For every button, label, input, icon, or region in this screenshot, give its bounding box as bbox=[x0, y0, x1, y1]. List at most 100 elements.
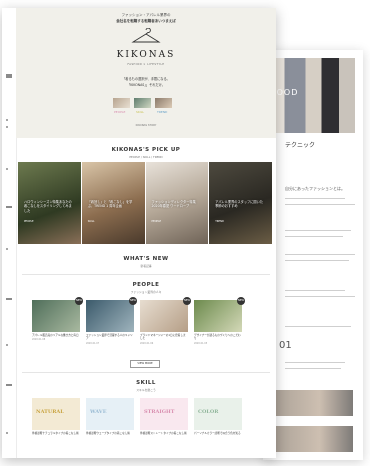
text-line bbox=[285, 326, 351, 327]
skill-caption: パーソナルカラー診断で似合う色を知る bbox=[194, 432, 241, 435]
text-line bbox=[285, 296, 355, 297]
article-caption: デザイナーが語るものづくりへのこだわり bbox=[194, 334, 241, 341]
text-line bbox=[285, 362, 345, 363]
article-card[interactable]: NEW ブランドマネージャーの1日に密着しました 2020.01.06 bbox=[140, 297, 191, 345]
back-page-thumbnail bbox=[269, 390, 353, 416]
hero-tagline: ファッション・アパレル業界の bbox=[121, 13, 171, 17]
text-line bbox=[285, 230, 351, 231]
article-date: 2020.01.07 bbox=[86, 341, 100, 345]
skill-thumbnail: WAVE bbox=[86, 398, 134, 430]
skill-thumbnail: COLOR bbox=[194, 398, 242, 430]
skill-card[interactable]: STRAIGHT 骨格診断ストレートタイプの着こなし術 bbox=[140, 398, 188, 435]
menu-icon[interactable] bbox=[6, 384, 12, 386]
hero-more-link[interactable]: KIKONAS STORY bbox=[16, 124, 276, 127]
main-page: ファッション・アパレル業界の 会社名を転職する転職者あいつまえば KIKONAS… bbox=[2, 8, 276, 458]
text-line bbox=[285, 204, 355, 205]
new-badge: NEW bbox=[183, 297, 191, 305]
whatsnew-subtitle: 新着記事 bbox=[140, 264, 152, 268]
pickup-tag: TREND bbox=[215, 220, 224, 223]
hero-copy-line: 「KIKONAS」」それだけ。 bbox=[127, 83, 165, 87]
social-icon[interactable] bbox=[6, 119, 8, 121]
skill-card[interactable]: NATURAL 骨格診断ナチュラルタイプの着こなし術 bbox=[32, 398, 80, 435]
menu-icon[interactable] bbox=[6, 206, 12, 208]
pickup-title: KIKONAS'S PICK UP bbox=[111, 147, 181, 153]
social-icon[interactable] bbox=[6, 432, 8, 434]
article-thumbnail: NEW bbox=[32, 297, 83, 332]
pickup-subtitle: PEOPLE / SKILL / TREND bbox=[129, 155, 163, 159]
pickup-tag: SKILL bbox=[87, 220, 95, 223]
pickup-caption: アパレル業界のスタッフに聞いた季節のおすすめ bbox=[215, 200, 263, 209]
whatsnew-title: WHAT'S NEW bbox=[123, 256, 169, 262]
pickup-item[interactable]: ファッションディレクター特集 2020年春夏 ワードローブ PEOPLE bbox=[145, 162, 209, 244]
article-card[interactable]: NEW ファッション業界で活躍する人のキャリア 2020.01.07 bbox=[86, 297, 137, 345]
text-line bbox=[285, 236, 343, 237]
category-thumb-trend[interactable] bbox=[155, 98, 172, 108]
menu-icon[interactable] bbox=[6, 298, 12, 300]
skill-thumbnail: STRAIGHT bbox=[140, 398, 188, 430]
article-date: 2020.01.05 bbox=[194, 341, 208, 345]
category-label-people[interactable]: PEOPLE bbox=[114, 110, 125, 114]
hero-section: ファッション・アパレル業界の 会社名を転職する転職者あいつまえば KIKONAS… bbox=[16, 8, 276, 138]
section-divider bbox=[22, 274, 270, 275]
pickup-caption: ファッションディレクター特集 2020年春夏 ワードローブ bbox=[151, 200, 196, 209]
back-page-number: 01 bbox=[279, 340, 292, 351]
skill-subtitle: スキルを磨こう bbox=[136, 388, 156, 392]
back-page-heading: テクニック bbox=[285, 142, 316, 149]
back-page-body: 自分にあったファッションとは。 bbox=[285, 186, 345, 191]
social-icon[interactable] bbox=[6, 344, 8, 346]
article-caption: ブランドマネージャーの1日に密着しました bbox=[140, 334, 186, 341]
category-thumb-skill[interactable] bbox=[134, 98, 151, 108]
skill-card-row: NATURAL 骨格診断ナチュラルタイプの着こなし術 WAVE 骨格診断ウェーブ… bbox=[32, 398, 242, 435]
social-icon[interactable] bbox=[6, 168, 8, 170]
back-page-preview: FOOD テクニック 自分にあったファッションとは。 01 bbox=[263, 50, 363, 460]
hanger-icon bbox=[131, 28, 161, 43]
category-label-trend[interactable]: TREND bbox=[157, 110, 167, 114]
text-line bbox=[285, 260, 349, 261]
skill-label: COLOR bbox=[198, 409, 219, 415]
back-page-thumbnail bbox=[269, 426, 353, 452]
social-icon[interactable] bbox=[6, 126, 8, 128]
people-title: PEOPLE bbox=[132, 282, 160, 288]
skill-thumbnail: NATURAL bbox=[32, 398, 80, 430]
article-card[interactable]: NEW デザイナーが語るものづくりへのこだわり 2020.01.05 bbox=[194, 297, 245, 345]
menu-icon-line bbox=[6, 76, 12, 78]
hero-headline: 会社名を転職する転職者あいつまえば bbox=[116, 19, 176, 23]
skill-title: SKILL bbox=[136, 380, 156, 386]
new-badge: NEW bbox=[129, 297, 137, 305]
people-subtitle: ファッション業界の人々 bbox=[130, 290, 162, 294]
new-badge: NEW bbox=[75, 297, 83, 305]
skill-card[interactable]: WAVE 骨格診断ウェーブタイプの着こなし術 bbox=[86, 398, 134, 435]
pickup-carousel: ハロウィンシーズン特集あなたの着こなしをスタイリングしてみました PEOPLE … bbox=[18, 162, 272, 244]
hero-copy-line: 「着るもの選択が、手間になる。 bbox=[122, 77, 170, 81]
text-line bbox=[285, 198, 345, 199]
skill-caption: 骨格診断ストレートタイプの着こなし術 bbox=[140, 432, 187, 435]
article-caption: ファッション業界で活躍する人のキャリア bbox=[86, 334, 133, 341]
pickup-item[interactable]: アパレル業界のスタッフに聞いた季節のおすすめ TREND bbox=[209, 162, 272, 244]
side-rail bbox=[2, 8, 17, 458]
article-card[interactable]: NEW アパレル販売員のリアルな働き方と毎日 2020.01.08 bbox=[32, 297, 83, 345]
people-card-row: NEW アパレル販売員のリアルな働き方と毎日 2020.01.08 NEW ファ… bbox=[32, 297, 245, 345]
pickup-item[interactable]: 「着回し」と「着こなし」を学ぶ、TREND 1 周年企画 SKILL bbox=[81, 162, 145, 244]
article-date: 2020.01.08 bbox=[32, 338, 46, 342]
category-label-skill[interactable]: SKILL bbox=[136, 110, 144, 114]
article-thumbnail: NEW bbox=[86, 297, 137, 332]
pickup-item[interactable]: ハロウィンシーズン特集あなたの着こなしをスタイリングしてみました PEOPLE bbox=[18, 162, 81, 244]
hero-category-thumbs bbox=[113, 98, 172, 108]
skill-label: STRAIGHT bbox=[144, 409, 175, 415]
article-caption: アパレル販売員のリアルな働き方と毎日 bbox=[32, 334, 79, 337]
logo-subtitle: FASHION × LIFESTYLE bbox=[127, 63, 165, 66]
pickup-caption: 「着回し」と「着こなし」を学ぶ、TREND 1 周年企画 bbox=[87, 200, 133, 209]
pickup-caption: ハロウィンシーズン特集あなたの着こなしをスタイリングしてみました bbox=[24, 200, 72, 213]
article-thumbnail: NEW bbox=[140, 297, 191, 332]
skill-caption: 骨格診断ナチュラルタイプの着こなし術 bbox=[32, 432, 79, 435]
pickup-tag: PEOPLE bbox=[24, 220, 34, 223]
view-more-button[interactable]: VIEW MORE bbox=[130, 360, 160, 368]
section-divider bbox=[22, 372, 270, 373]
category-thumb-people[interactable] bbox=[113, 98, 130, 108]
skill-label: WAVE bbox=[90, 409, 107, 415]
social-icon[interactable] bbox=[6, 248, 8, 250]
text-line bbox=[285, 368, 341, 369]
site-logo[interactable]: KIKONAS bbox=[16, 50, 276, 60]
article-date: 2020.01.06 bbox=[140, 341, 154, 345]
skill-card[interactable]: COLOR パーソナルカラー診断で似合う色を知る bbox=[194, 398, 242, 435]
